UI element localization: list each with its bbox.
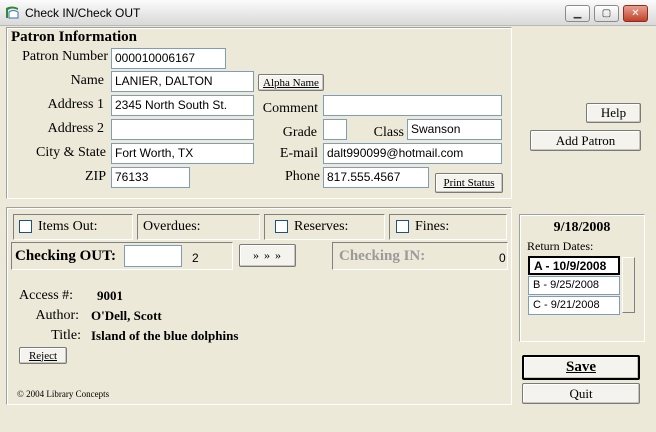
copyright-text: © 2004 Library Concepts bbox=[17, 389, 110, 399]
print-status-button[interactable]: Print Status bbox=[435, 173, 503, 193]
return-date-option-c[interactable]: C - 9/21/2008 bbox=[528, 296, 620, 315]
city-state-label: City & State bbox=[36, 145, 106, 160]
quit-button[interactable]: Quit bbox=[522, 383, 640, 404]
title-value: Island of the blue dolphins bbox=[91, 328, 239, 343]
reserves-label: Reserves: bbox=[294, 219, 349, 234]
minimize-icon: ▁ bbox=[573, 8, 582, 19]
fines-checkbox[interactable] bbox=[396, 220, 409, 233]
quit-label: Quit bbox=[569, 385, 593, 401]
alpha-name-button[interactable]: Alpha Name bbox=[258, 74, 324, 91]
access-value: 9001 bbox=[97, 288, 123, 303]
items-out-checkbox[interactable] bbox=[19, 220, 32, 233]
save-button[interactable]: Save bbox=[522, 355, 640, 380]
print-status-label: Print Status bbox=[443, 177, 495, 189]
class-label: Class bbox=[373, 125, 404, 140]
maximize-button[interactable]: ▢ bbox=[594, 5, 619, 22]
grade-label: Grade bbox=[282, 125, 317, 140]
checking-out-count: 2 bbox=[192, 251, 199, 265]
close-button[interactable]: ✕ bbox=[623, 5, 648, 22]
return-dates-scrollbar[interactable] bbox=[622, 257, 635, 313]
name-field[interactable]: LANIER, DALTON bbox=[111, 71, 254, 92]
window-title: Check IN/Check OUT bbox=[25, 6, 141, 20]
comment-field[interactable] bbox=[323, 95, 502, 116]
author-label: Author: bbox=[35, 308, 79, 323]
city-state-field[interactable]: Fort Worth, TX bbox=[111, 143, 254, 164]
alpha-name-label: Alpha Name bbox=[263, 76, 319, 89]
save-label: Save bbox=[566, 359, 596, 375]
comment-label: Comment bbox=[262, 101, 318, 116]
return-date-option-a[interactable]: A - 10/9/2008 bbox=[528, 256, 620, 275]
patron-heading: Patron Information bbox=[11, 29, 137, 45]
address2-label: Address 2 bbox=[47, 121, 104, 136]
patron-number-field[interactable]: 000010006167 bbox=[111, 48, 226, 69]
zip-field[interactable]: 76133 bbox=[111, 167, 190, 188]
email-field[interactable]: dalt990099@hotmail.com bbox=[323, 143, 502, 164]
author-value: O'Dell, Scott bbox=[91, 308, 162, 323]
help-label: Help bbox=[600, 105, 627, 120]
arrow-right-icon: » » » bbox=[253, 248, 282, 262]
reject-label: Reject bbox=[28, 349, 58, 362]
reserves-checkbox[interactable] bbox=[275, 220, 288, 233]
title-bar[interactable]: Check IN/Check OUT ▁ ▢ ✕ bbox=[0, 0, 656, 26]
address1-field[interactable]: 2345 North South St. bbox=[111, 95, 254, 116]
zip-label: ZIP bbox=[85, 169, 106, 184]
access-label: Access #: bbox=[19, 288, 74, 303]
transfer-arrow-button[interactable]: » » » bbox=[239, 244, 296, 267]
phone-field[interactable]: 817.555.4567 bbox=[323, 167, 429, 188]
close-icon: ✕ bbox=[631, 8, 640, 19]
reject-button[interactable]: Reject bbox=[19, 347, 67, 364]
phone-label: Phone bbox=[285, 169, 320, 184]
checking-out-label: Checking OUT: bbox=[15, 248, 116, 264]
return-dates-label: Return Dates: bbox=[527, 239, 594, 253]
title-label: Title: bbox=[51, 328, 81, 343]
minimize-button[interactable]: ▁ bbox=[565, 5, 590, 22]
checking-in-count: 0 bbox=[499, 251, 506, 265]
checking-out-field[interactable] bbox=[124, 245, 182, 267]
fines-label: Fines: bbox=[415, 219, 450, 234]
address2-field[interactable] bbox=[111, 119, 254, 140]
add-patron-label: Add Patron bbox=[555, 132, 616, 148]
checking-in-label: Checking IN: bbox=[339, 248, 426, 264]
grade-field[interactable] bbox=[323, 119, 347, 140]
name-label: Name bbox=[70, 73, 104, 88]
items-out-label: Items Out: bbox=[38, 219, 98, 234]
patron-number-label: Patron Number bbox=[22, 49, 108, 64]
add-patron-button[interactable]: Add Patron bbox=[530, 130, 641, 151]
maximize-icon: ▢ bbox=[601, 8, 612, 19]
current-date: 9/18/2008 bbox=[553, 220, 611, 235]
overdues-label: Overdues: bbox=[143, 219, 201, 234]
app-icon bbox=[4, 4, 20, 20]
email-label: E-mail bbox=[279, 146, 318, 161]
address1-label: Address 1 bbox=[47, 97, 104, 112]
return-date-option-b[interactable]: B - 9/25/2008 bbox=[528, 276, 620, 295]
help-button[interactable]: Help bbox=[586, 103, 641, 123]
class-field[interactable]: Swanson bbox=[407, 119, 502, 140]
